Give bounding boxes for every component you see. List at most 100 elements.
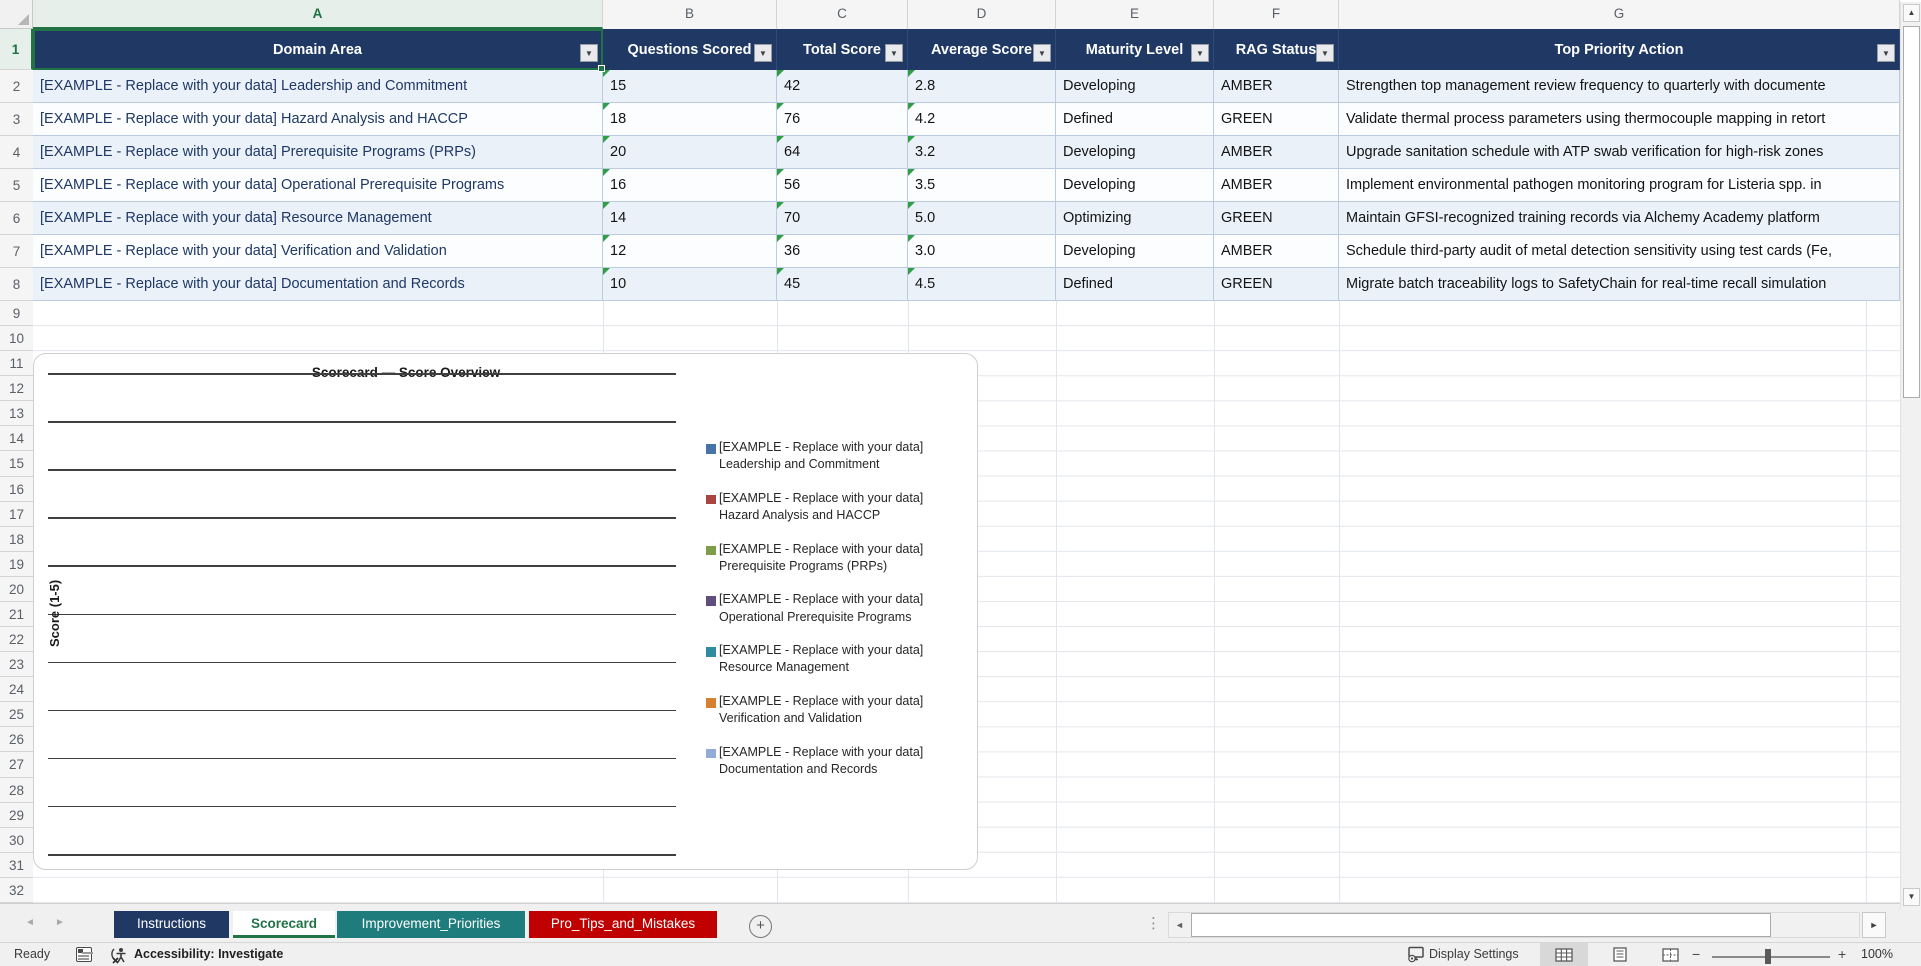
- cell-r5c4[interactable]: 3.5: [908, 169, 1056, 202]
- row-number-11[interactable]: 11: [0, 351, 33, 377]
- row-number-32[interactable]: 32: [0, 877, 33, 903]
- cell-r4c6[interactable]: AMBER: [1214, 136, 1339, 169]
- zoom-slider-thumb[interactable]: [1765, 949, 1771, 964]
- row-number-28[interactable]: 28: [0, 777, 33, 803]
- filter-dropdown-icon[interactable]: ▼: [1033, 44, 1051, 62]
- cell-r6c7[interactable]: Maintain GFSI-recognized training record…: [1339, 202, 1900, 235]
- column-letter-G[interactable]: G: [1339, 0, 1900, 29]
- view-normal-button[interactable]: [1540, 943, 1588, 966]
- macro-record-icon[interactable]: [76, 947, 92, 962]
- cell-r6c3[interactable]: 70: [777, 202, 908, 235]
- cell-r7c3[interactable]: 36: [777, 235, 908, 268]
- cell-r2c1[interactable]: [EXAMPLE - Replace with your data] Leade…: [33, 70, 603, 103]
- cell-r3c5[interactable]: Defined: [1056, 103, 1214, 136]
- view-page-break-button[interactable]: [1646, 943, 1694, 966]
- new-sheet-button[interactable]: +: [749, 915, 772, 938]
- zoom-in-button[interactable]: +: [1838, 946, 1846, 962]
- row-number-1[interactable]: 1: [0, 29, 33, 70]
- cell-r4c7[interactable]: Upgrade sanitation schedule with ATP swa…: [1339, 136, 1900, 169]
- row-number-16[interactable]: 16: [0, 476, 33, 502]
- cell-r7c7[interactable]: Schedule third-party audit of metal dete…: [1339, 235, 1900, 268]
- row-number-31[interactable]: 31: [0, 852, 33, 878]
- cell-r3c3[interactable]: 76: [777, 103, 908, 136]
- cell-r3c7[interactable]: Validate thermal process parameters usin…: [1339, 103, 1900, 136]
- sheet-tab-improvement_priorities[interactable]: Improvement_Priorities: [337, 911, 525, 938]
- view-page-layout-button[interactable]: [1596, 943, 1644, 966]
- cell-r2c7[interactable]: Strengthen top management review frequen…: [1339, 70, 1900, 103]
- row-number-10[interactable]: 10: [0, 326, 33, 352]
- table-header-1[interactable]: Questions Scored ▼: [603, 29, 777, 70]
- cell-r5c5[interactable]: Developing: [1056, 169, 1214, 202]
- row-number-4[interactable]: 4: [0, 136, 33, 169]
- score-overview-chart[interactable]: Scorecard — Score Overview Score (1-5) […: [33, 353, 978, 870]
- cell-r6c1[interactable]: [EXAMPLE - Replace with your data] Resou…: [33, 202, 603, 235]
- tab-splitter-dots-icon[interactable]: ⋮: [1146, 914, 1161, 932]
- scroll-right-button[interactable]: ►: [1862, 912, 1886, 938]
- cell-r4c5[interactable]: Developing: [1056, 136, 1214, 169]
- row-number-20[interactable]: 20: [0, 576, 33, 602]
- cell-r2c4[interactable]: 2.8: [908, 70, 1056, 103]
- tab-scroll-right-icon[interactable]: ►: [55, 917, 65, 928]
- row-number-3[interactable]: 3: [0, 103, 33, 136]
- zoom-level[interactable]: 100%: [1861, 947, 1893, 961]
- row-number-17[interactable]: 17: [0, 501, 33, 527]
- table-header-3[interactable]: Average Score ▼: [908, 29, 1056, 70]
- row-number-21[interactable]: 21: [0, 601, 33, 628]
- select-all-corner[interactable]: [0, 0, 33, 29]
- row-number-13[interactable]: 13: [0, 401, 33, 427]
- cell-r7c2[interactable]: 12: [603, 235, 777, 268]
- table-header-6[interactable]: Top Priority Action ▼: [1339, 29, 1900, 70]
- accessibility-checker[interactable]: Accessibility: Investigate: [110, 946, 283, 966]
- row-number-19[interactable]: 19: [0, 551, 33, 577]
- tab-scroll-left-icon[interactable]: ◄: [25, 917, 35, 928]
- cell-r6c5[interactable]: Optimizing: [1056, 202, 1214, 235]
- sheet-tab-scorecard[interactable]: Scorecard: [233, 911, 336, 938]
- row-number-8[interactable]: 8: [0, 268, 33, 301]
- cell-r5c3[interactable]: 56: [777, 169, 908, 202]
- cell-r5c2[interactable]: 16: [603, 169, 777, 202]
- scroll-up-button[interactable]: ▲: [1903, 4, 1920, 22]
- row-number-27[interactable]: 27: [0, 752, 33, 778]
- row-number-12[interactable]: 12: [0, 376, 33, 402]
- cell-r4c2[interactable]: 20: [603, 136, 777, 169]
- column-letter-E[interactable]: E: [1056, 0, 1214, 29]
- horizontal-scrollbar-thumb[interactable]: [1191, 913, 1771, 937]
- cell-r3c4[interactable]: 4.2: [908, 103, 1056, 136]
- row-number-2[interactable]: 2: [0, 70, 33, 103]
- cell-r2c6[interactable]: AMBER: [1214, 70, 1339, 103]
- table-header-2[interactable]: Total Score ▼: [777, 29, 908, 70]
- row-number-26[interactable]: 26: [0, 727, 33, 753]
- table-header-4[interactable]: Maturity Level ▼: [1056, 29, 1214, 70]
- cell-r4c4[interactable]: 3.2: [908, 136, 1056, 169]
- cell-r8c2[interactable]: 10: [603, 268, 777, 301]
- cell-r8c3[interactable]: 45: [777, 268, 908, 301]
- zoom-out-button[interactable]: −: [1692, 946, 1700, 962]
- row-number-15[interactable]: 15: [0, 451, 33, 477]
- cell-r2c5[interactable]: Developing: [1056, 70, 1214, 103]
- cell-r8c6[interactable]: GREEN: [1214, 268, 1339, 301]
- cell-r6c2[interactable]: 14: [603, 202, 777, 235]
- cell-r3c1[interactable]: [EXAMPLE - Replace with your data] Hazar…: [33, 103, 603, 136]
- cell-r5c1[interactable]: [EXAMPLE - Replace with your data] Opera…: [33, 169, 603, 202]
- cell-r3c6[interactable]: GREEN: [1214, 103, 1339, 136]
- row-number-29[interactable]: 29: [0, 802, 33, 828]
- cell-r8c5[interactable]: Defined: [1056, 268, 1214, 301]
- column-letter-C[interactable]: C: [777, 0, 908, 29]
- column-letter-F[interactable]: F: [1214, 0, 1339, 29]
- filter-dropdown-icon[interactable]: ▼: [1316, 44, 1334, 62]
- cell-r5c6[interactable]: AMBER: [1214, 169, 1339, 202]
- cell-r2c2[interactable]: 15: [603, 70, 777, 103]
- cell-r6c4[interactable]: 5.0: [908, 202, 1056, 235]
- cell-r8c7[interactable]: Migrate batch traceability logs to Safet…: [1339, 268, 1900, 301]
- filter-dropdown-icon[interactable]: ▼: [580, 44, 598, 62]
- row-number-7[interactable]: 7: [0, 235, 33, 268]
- column-letter-D[interactable]: D: [908, 0, 1056, 29]
- row-number-25[interactable]: 25: [0, 702, 33, 728]
- horizontal-scrollbar[interactable]: ◄: [1168, 912, 1860, 938]
- cell-r8c1[interactable]: [EXAMPLE - Replace with your data] Docum…: [33, 268, 603, 301]
- cell-r4c1[interactable]: [EXAMPLE - Replace with your data] Prere…: [33, 136, 603, 169]
- cell-r8c4[interactable]: 4.5: [908, 268, 1056, 301]
- row-number-18[interactable]: 18: [0, 526, 33, 552]
- cell-r7c4[interactable]: 3.0: [908, 235, 1056, 268]
- column-letter-B[interactable]: B: [603, 0, 777, 29]
